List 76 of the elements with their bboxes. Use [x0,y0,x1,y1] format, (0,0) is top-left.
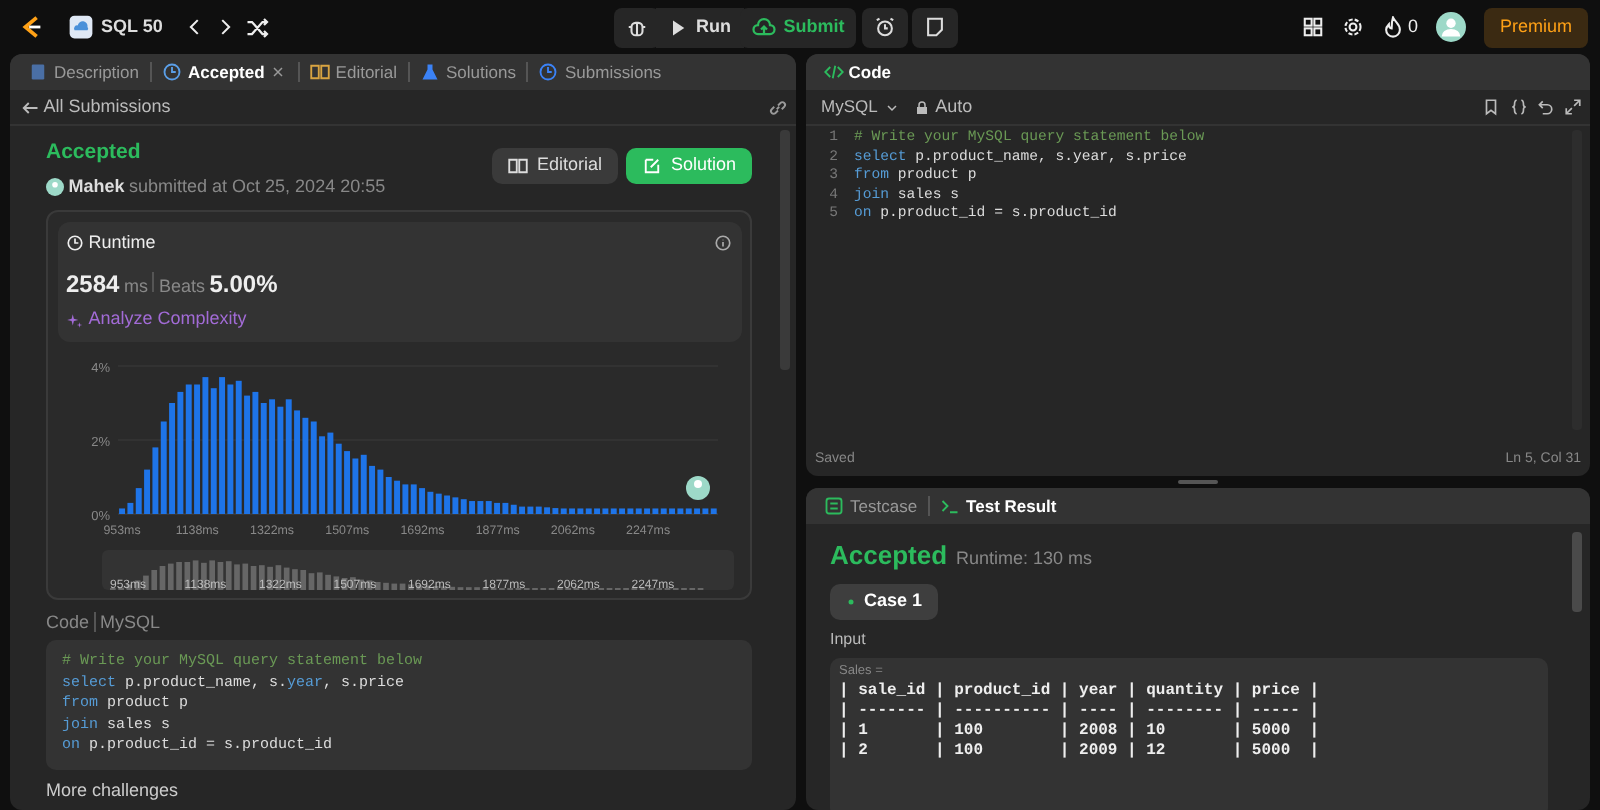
play-icon [668,17,689,37]
settings-icon[interactable] [1341,16,1364,38]
streak-count: 0 [1407,13,1418,40]
runtime-unit: ms [123,274,148,300]
flask-icon [420,62,441,82]
beats-value: 5.00% [209,268,278,302]
input-label: Input [830,628,868,653]
undo-icon[interactable] [1536,98,1554,116]
language-label: MySQL [100,609,161,636]
sparkle-icon [66,311,84,329]
book-icon [508,155,529,175]
debug-button[interactable] [613,7,660,47]
shuffle-icon[interactable] [245,15,270,39]
run-button[interactable]: Run [656,7,744,47]
clock-icon [66,234,84,253]
avatar-icon[interactable] [1436,12,1466,42]
table-row-text: | sale_id | product_id | year | quantity | price | [839,681,1322,702]
alarm-button[interactable] [861,7,908,47]
expand-icon[interactable] [1563,98,1581,116]
book-icon [309,62,330,82]
table-row-text: | 1 | 100 | 2008 | 10 | 5000 | [839,722,1322,742]
section-heading: More challenges [46,778,181,805]
scrollbar[interactable] [1572,531,1582,612]
table-row-text: | ------- | ---------- | ---- | -------- | ----- | [839,701,1322,722]
submission-status: Accepted [46,138,143,168]
user-name[interactable]: Mahek [68,174,125,201]
resize-handle[interactable] [1178,480,1218,484]
panel-tab[interactable]: Editorial [303,59,404,85]
submission-time: submitted at Oct 25, 2024 20:55 [129,174,386,200]
cloud-icon [67,14,93,40]
clock-icon [162,62,183,82]
cloud-upload-icon [751,15,776,39]
panel-tab[interactable]: Submissions [532,59,668,85]
link-icon[interactable] [767,97,787,117]
avatar-icon [46,178,64,197]
editorial-button[interactable]: Editorial [492,147,618,183]
runtime-label: Runtime [88,230,156,256]
bug-icon [625,16,648,38]
terminal-icon [940,496,961,517]
beats-label: Beats [158,274,205,300]
braces-icon[interactable] [1509,98,1527,116]
panel-tab[interactable]: Solutions [414,59,522,85]
chevron-down-icon [883,99,900,115]
close-icon[interactable] [270,64,287,80]
arrow-left-icon [19,97,39,117]
panel-tab[interactable]: Test Result [934,493,1063,519]
code-icon [824,62,844,82]
panel-tab[interactable]: Description [22,59,146,85]
result-status: Accepted [830,537,948,574]
checklist-icon [824,496,844,517]
language-dropdown[interactable]: MySQL [815,94,906,120]
lock-icon [914,99,931,115]
panel-tab[interactable]: Testcase [818,493,924,519]
edit-icon [642,155,663,175]
panel-tab[interactable]: Code [818,59,897,85]
submit-button[interactable]: Submit [739,7,857,47]
notes-button[interactable] [911,7,958,47]
back-link[interactable]: All Submissions [19,93,171,121]
bookmark-icon[interactable] [1482,98,1500,116]
grid-icon[interactable] [1301,16,1324,38]
runtime-text: Runtime: 130 ms [956,545,1093,572]
flame-icon[interactable] [1381,16,1404,38]
note-icon [923,16,946,38]
case-tab[interactable]: Case 1 [830,583,939,620]
auto-mode-toggle[interactable]: Auto [914,93,973,121]
info-icon[interactable] [714,234,732,253]
clock-icon [538,62,559,82]
document-icon [28,62,48,82]
alarm-clock-icon [873,16,896,38]
user-marker-icon [685,476,709,501]
problem-list-link[interactable]: SQL 50 [55,7,175,47]
panel-tab[interactable]: Accepted [156,59,293,85]
premium-button[interactable]: Premium [1484,7,1589,47]
runtime-value: 2584 [66,268,120,302]
table-row-text: | 2 | 100 | 2009 | 12 | 5000 | [839,742,1322,764]
code-label: Code [46,609,90,635]
